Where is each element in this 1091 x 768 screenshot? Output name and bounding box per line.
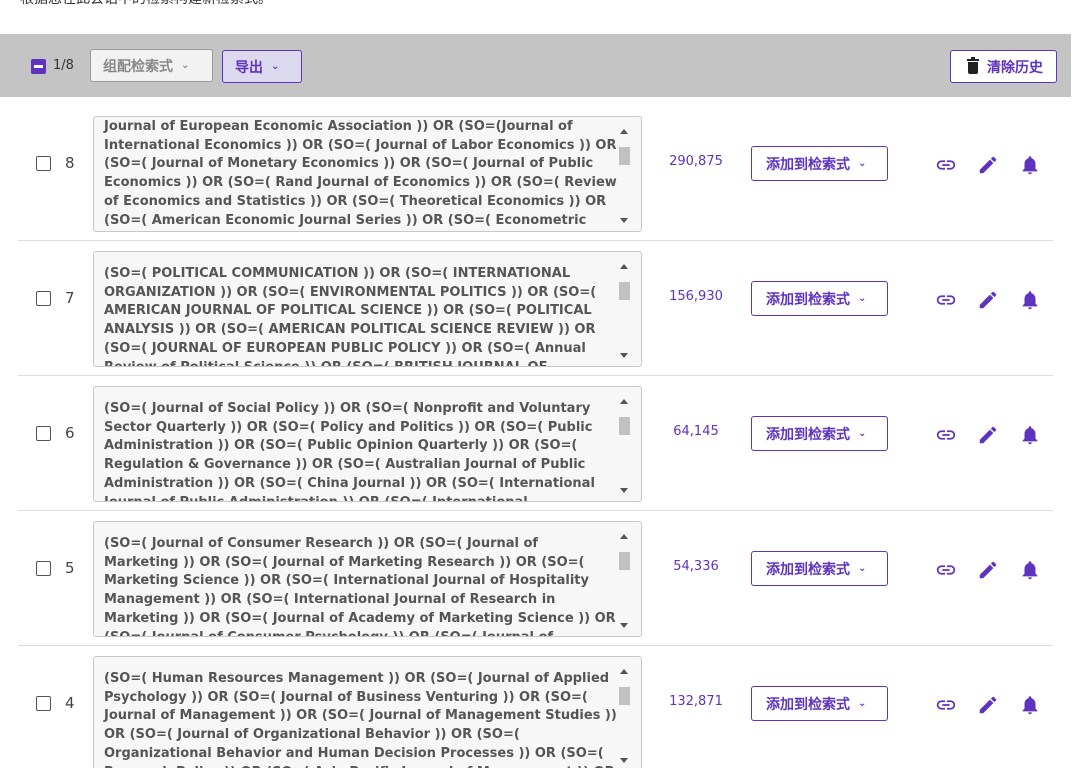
row-number: 4 xyxy=(65,694,75,712)
query-scrollbar[interactable] xyxy=(617,530,631,628)
clear-history-button[interactable]: 清除历史 xyxy=(950,50,1057,83)
bell-icon[interactable] xyxy=(1019,289,1041,311)
row-checkbox[interactable] xyxy=(36,156,51,171)
query-text: (SO=( Journal of Social Policy )) OR (SO… xyxy=(104,401,595,501)
history-row: 7 (SO=( POLITICAL COMMUNICATION )) OR (S… xyxy=(18,241,1053,376)
export-label: 导出 xyxy=(235,59,263,76)
row-number: 5 xyxy=(65,559,75,577)
query-text: (SO=( Human Resources Management )) OR (… xyxy=(104,671,617,768)
scroll-down-icon[interactable] xyxy=(620,758,628,763)
add-to-query-button[interactable]: 添加到检索式 ⌄ xyxy=(751,281,888,316)
scroll-down-icon[interactable] xyxy=(620,353,628,358)
add-to-query-label: 添加到检索式 xyxy=(766,291,850,308)
history-row: 6 (SO=( Journal of Social Policy )) OR (… xyxy=(18,376,1053,511)
select-all-checkbox[interactable] xyxy=(31,59,46,74)
chevron-down-icon: ⌄ xyxy=(858,698,867,709)
combine-query-label: 组配检索式 xyxy=(103,58,173,75)
chevron-down-icon: ⌄ xyxy=(271,61,280,72)
scroll-down-icon[interactable] xyxy=(620,623,628,628)
history-row: 8 Journal of European Economic Associati… xyxy=(18,106,1053,241)
add-to-query-label: 添加到检索式 xyxy=(766,426,850,443)
history-row: 5 (SO=( Journal of Consumer Research )) … xyxy=(18,511,1053,646)
link-icon[interactable] xyxy=(935,154,957,176)
dash-icon xyxy=(34,65,43,68)
add-to-query-label: 添加到检索式 xyxy=(766,696,850,713)
scroll-thumb[interactable] xyxy=(619,417,630,435)
chevron-down-icon: ⌄ xyxy=(181,60,190,71)
row-checkbox[interactable] xyxy=(36,426,51,441)
export-button[interactable]: 导出 ⌄ xyxy=(222,50,302,83)
chevron-down-icon: ⌄ xyxy=(858,563,867,574)
results-count-link[interactable]: 64,145 xyxy=(658,424,734,439)
link-icon[interactable] xyxy=(935,424,957,446)
query-textarea[interactable]: Journal of European Economic Association… xyxy=(93,116,642,232)
query-textarea[interactable]: (SO=( POLITICAL COMMUNICATION )) OR (SO=… xyxy=(93,251,642,367)
chevron-down-icon: ⌄ xyxy=(858,158,867,169)
pencil-icon[interactable] xyxy=(977,559,999,581)
query-scrollbar[interactable] xyxy=(617,395,631,493)
scroll-thumb[interactable] xyxy=(619,687,630,705)
add-to-query-button[interactable]: 添加到检索式 ⌄ xyxy=(751,146,888,181)
results-count-link[interactable]: 290,875 xyxy=(658,154,734,169)
row-checkbox[interactable] xyxy=(36,291,51,306)
row-number: 6 xyxy=(65,424,75,442)
row-number: 7 xyxy=(65,289,75,307)
scroll-up-icon[interactable] xyxy=(620,534,628,539)
bell-icon[interactable] xyxy=(1019,154,1041,176)
results-count-link[interactable]: 156,930 xyxy=(658,289,734,304)
query-textarea[interactable]: (SO=( Journal of Social Policy )) OR (SO… xyxy=(93,386,642,502)
selection-count: 1/8 xyxy=(53,58,74,73)
add-to-query-label: 添加到检索式 xyxy=(766,561,850,578)
link-icon[interactable] xyxy=(935,694,957,716)
scroll-thumb[interactable] xyxy=(619,552,630,570)
add-to-query-button[interactable]: 添加到检索式 ⌄ xyxy=(751,551,888,586)
query-text: Journal of European Economic Association… xyxy=(104,119,617,228)
add-to-query-button[interactable]: 添加到检索式 ⌄ xyxy=(751,416,888,451)
scroll-up-icon[interactable] xyxy=(620,129,628,134)
history-row: 4 (SO=( Human Resources Management )) OR… xyxy=(18,646,1053,768)
bell-icon[interactable] xyxy=(1019,424,1041,446)
query-text: (SO=( Journal of Consumer Research )) OR… xyxy=(104,536,616,636)
query-textarea[interactable]: (SO=( Journal of Consumer Research )) OR… xyxy=(93,521,642,637)
query-text: (SO=( POLITICAL COMMUNICATION )) OR (SO=… xyxy=(104,266,597,366)
row-number: 8 xyxy=(65,154,75,172)
query-textarea[interactable]: (SO=( Human Resources Management )) OR (… xyxy=(93,656,642,768)
query-scrollbar[interactable] xyxy=(617,665,631,763)
scroll-down-icon[interactable] xyxy=(620,218,628,223)
scroll-thumb[interactable] xyxy=(619,282,630,300)
row-checkbox[interactable] xyxy=(36,696,51,711)
scroll-thumb[interactable] xyxy=(619,147,630,165)
history-toolbar: 1/8 组配检索式 ⌄ 导出 ⌄ 清除历史 xyxy=(0,34,1071,97)
pencil-icon[interactable] xyxy=(977,289,999,311)
query-scrollbar[interactable] xyxy=(617,125,631,223)
add-to-query-button[interactable]: 添加到检索式 ⌄ xyxy=(751,686,888,721)
scroll-down-icon[interactable] xyxy=(620,488,628,493)
pencil-icon[interactable] xyxy=(977,694,999,716)
row-checkbox[interactable] xyxy=(36,561,51,576)
instruction-text: 根据您在此会话中的检索构建新检索式。 xyxy=(20,0,272,8)
link-icon[interactable] xyxy=(935,289,957,311)
combine-query-button[interactable]: 组配检索式 ⌄ xyxy=(90,49,213,82)
clear-history-label: 清除历史 xyxy=(987,59,1043,76)
link-icon[interactable] xyxy=(935,559,957,581)
bell-icon[interactable] xyxy=(1019,694,1041,716)
scroll-up-icon[interactable] xyxy=(620,399,628,404)
scroll-up-icon[interactable] xyxy=(620,669,628,674)
results-count-link[interactable]: 132,871 xyxy=(658,694,734,709)
pencil-icon[interactable] xyxy=(977,154,999,176)
bell-icon[interactable] xyxy=(1019,559,1041,581)
add-to-query-label: 添加到检索式 xyxy=(766,156,850,173)
chevron-down-icon: ⌄ xyxy=(858,293,867,304)
chevron-down-icon: ⌄ xyxy=(858,428,867,439)
pencil-icon[interactable] xyxy=(977,424,999,446)
query-scrollbar[interactable] xyxy=(617,260,631,358)
trash-icon xyxy=(967,57,979,74)
results-count-link[interactable]: 54,336 xyxy=(658,559,734,574)
scroll-up-icon[interactable] xyxy=(620,264,628,269)
